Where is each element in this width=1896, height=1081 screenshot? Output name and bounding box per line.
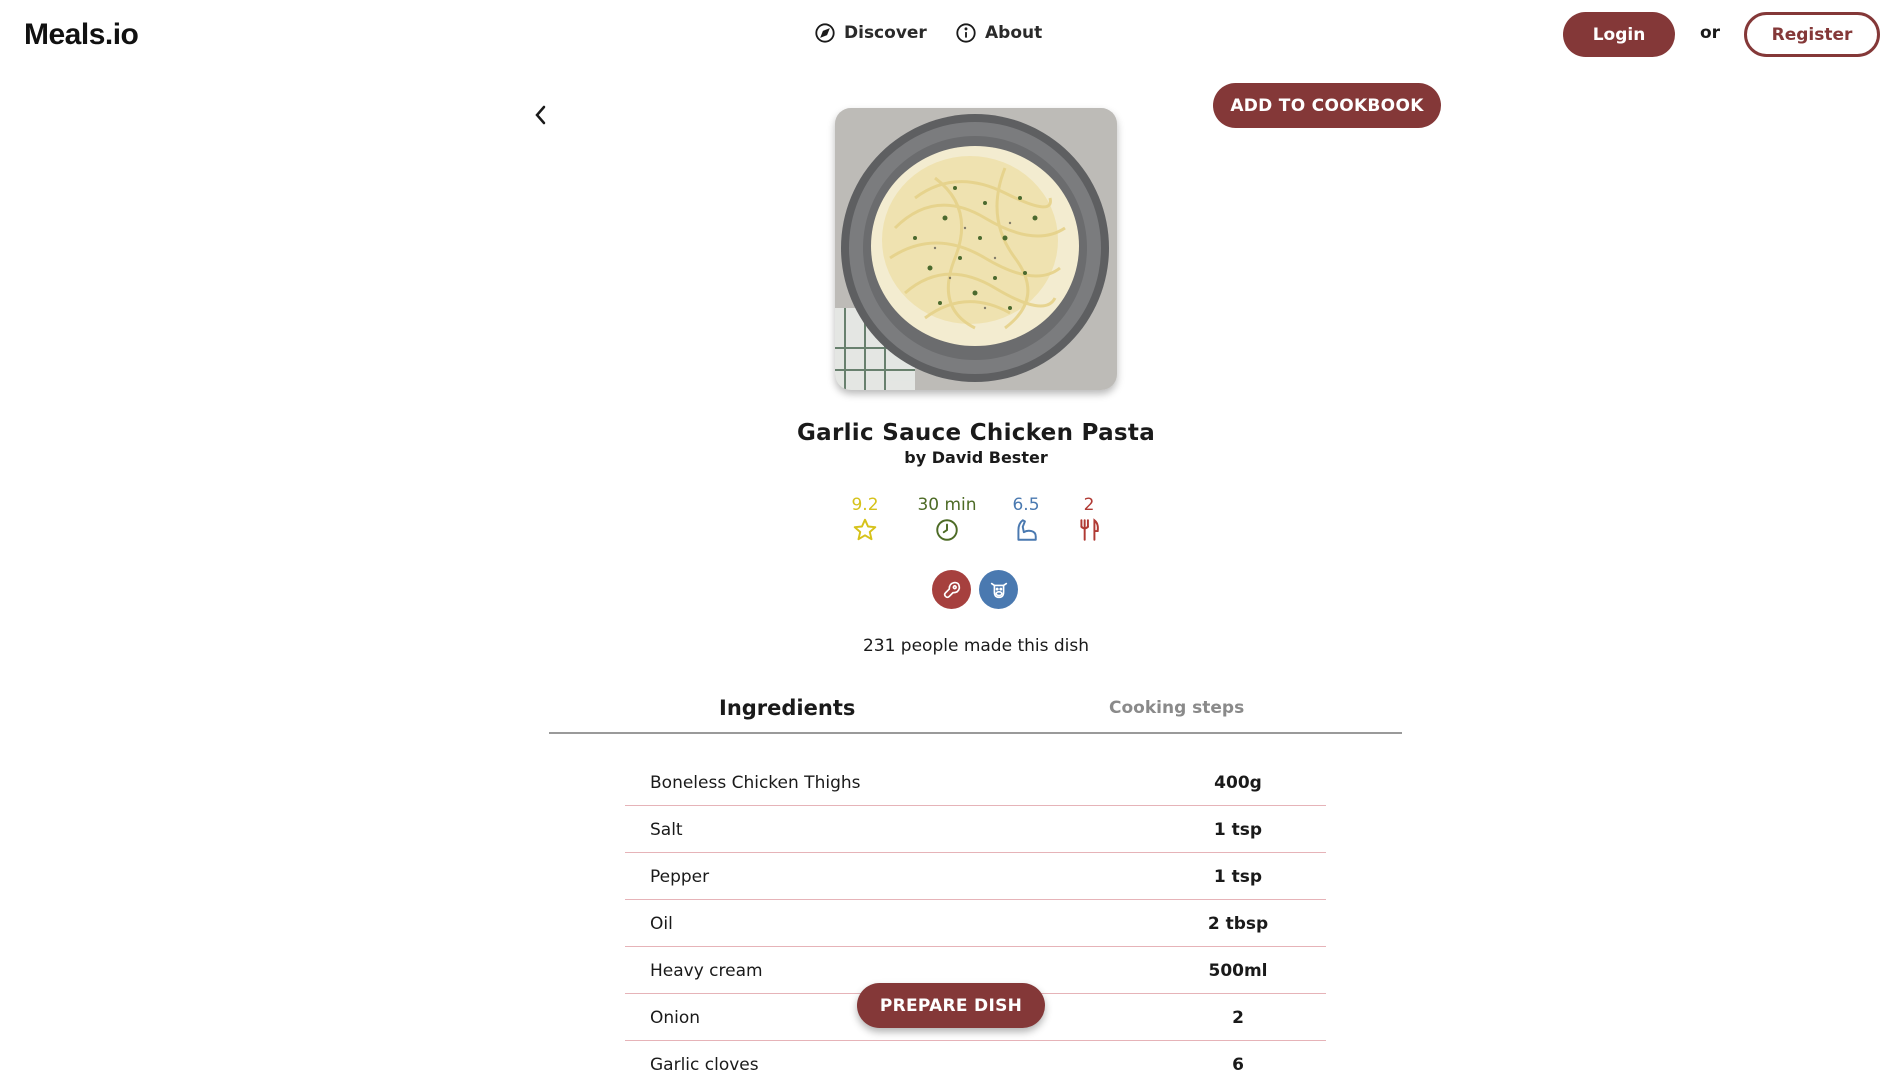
- ingredient-qty: 2 tbsp: [1207, 914, 1269, 934]
- clock-icon: [936, 519, 958, 541]
- meat-icon: [943, 581, 960, 598]
- dish-image: [835, 108, 1117, 390]
- nav-about[interactable]: About: [955, 22, 1042, 44]
- ingredient-row: Salt 1 tsp: [625, 806, 1326, 853]
- compass-icon: [815, 23, 835, 43]
- made-count-text: 231 people made this dish: [862, 636, 1090, 656]
- time-stat: 30 min: [910, 495, 984, 543]
- app-logo[interactable]: Meals.io: [24, 18, 139, 52]
- rating-stat: 9.2: [846, 495, 884, 543]
- recipe-author: by David Bester: [904, 448, 1048, 467]
- ingredient-name: Onion: [650, 1008, 701, 1028]
- ingredients-table: Boneless Chicken Thighs 400g Salt 1 tsp …: [625, 759, 1326, 1081]
- nav-discover[interactable]: Discover: [814, 22, 927, 44]
- difficulty-value: 6.5: [1012, 495, 1040, 515]
- back-arrow-icon[interactable]: [530, 100, 552, 130]
- ingredient-qty: 6: [1232, 1055, 1244, 1075]
- recipe-title: Garlic Sauce Chicken Pasta: [796, 420, 1156, 446]
- nav-discover-label: Discover: [844, 23, 927, 43]
- time-value: 30 min: [917, 495, 977, 515]
- ingredient-name: Pepper: [650, 867, 710, 887]
- add-to-cookbook-button[interactable]: ADD TO COOKBOOK: [1213, 83, 1441, 128]
- flexed-arm-icon: [1017, 519, 1037, 541]
- prepare-dish-button[interactable]: PREPARE DISH: [857, 983, 1045, 1028]
- ingredient-qty: 1 tsp: [1213, 867, 1263, 887]
- or-text: or: [1700, 23, 1721, 43]
- login-button[interactable]: Login: [1563, 12, 1675, 57]
- tab-cooking-steps[interactable]: Cooking steps: [1109, 698, 1244, 718]
- ingredient-qty: 2: [1232, 1008, 1244, 1028]
- ingredient-name: Boneless Chicken Thighs: [650, 773, 861, 793]
- tab-ingredients[interactable]: Ingredients: [719, 696, 855, 720]
- ingredient-qty: 400g: [1214, 773, 1262, 793]
- ingredient-row: Oil 2 tbsp: [625, 900, 1326, 947]
- ingredient-qty: 500ml: [1208, 961, 1268, 981]
- ingredient-row: Pepper 1 tsp: [625, 853, 1326, 900]
- ingredient-name: Heavy cream: [650, 961, 763, 981]
- recipe-tabs: Ingredients Cooking steps: [549, 682, 1402, 734]
- servings-stat: 2: [1072, 495, 1106, 543]
- ingredient-row: Garlic cloves 6: [625, 1041, 1326, 1081]
- ingredient-name: Oil: [650, 914, 673, 934]
- difficulty-stat: 6.5: [1006, 495, 1046, 543]
- register-button[interactable]: Register: [1744, 12, 1880, 57]
- ingredient-name: Garlic cloves: [650, 1055, 759, 1075]
- meat-tag[interactable]: [932, 570, 971, 609]
- ingredient-qty: 1 tsp: [1213, 820, 1263, 840]
- ingredient-name: Salt: [650, 820, 683, 840]
- nav-about-label: About: [985, 23, 1043, 43]
- servings-value: 2: [1083, 495, 1095, 515]
- cutlery-icon: [1080, 518, 1099, 541]
- info-icon: [956, 23, 976, 43]
- star-icon: [853, 518, 877, 541]
- dairy-tag[interactable]: [979, 570, 1018, 609]
- dairy-cow-icon: [990, 582, 1007, 598]
- rating-value: 9.2: [851, 495, 879, 515]
- ingredient-row: Boneless Chicken Thighs 400g: [625, 759, 1326, 806]
